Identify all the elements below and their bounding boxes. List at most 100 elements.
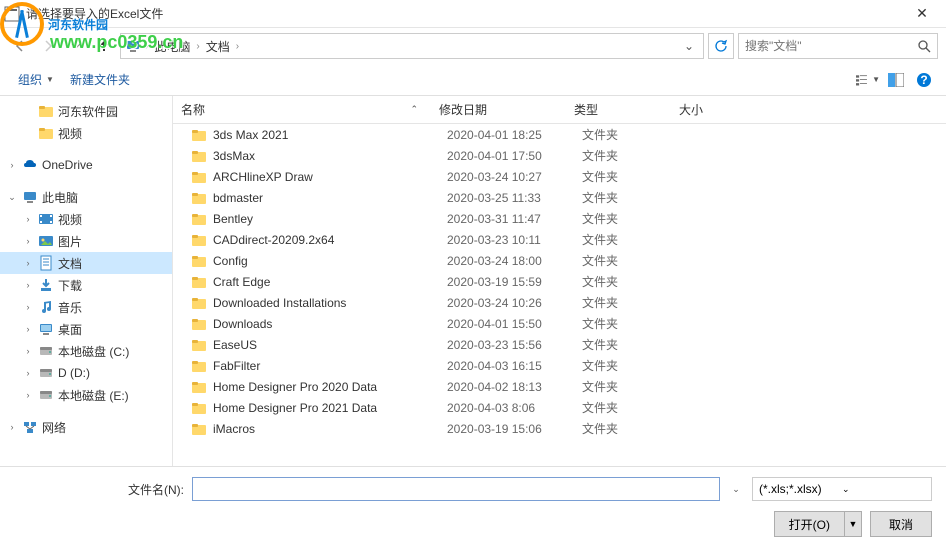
file-row[interactable]: bdmaster2020-03-25 11:33文件夹 [173, 187, 946, 208]
file-type: 文件夹 [582, 378, 687, 395]
file-row[interactable]: iMacros2020-03-19 15:06文件夹 [173, 418, 946, 439]
file-row[interactable]: 3dsMax2020-04-01 17:50文件夹 [173, 145, 946, 166]
tree-item[interactable]: 河东软件园 [0, 100, 172, 122]
tree-label: 本地磁盘 (C:) [58, 343, 129, 360]
tree-label: 桌面 [58, 321, 82, 338]
filename-label: 文件名(N): [14, 481, 184, 498]
header-type[interactable]: 类型 [566, 96, 671, 123]
expand-icon[interactable]: › [22, 214, 34, 224]
file-row[interactable]: Bentley2020-03-31 11:47文件夹 [173, 208, 946, 229]
tree-item[interactable]: ›OneDrive [0, 154, 172, 176]
search-input[interactable] [745, 39, 918, 53]
file-row[interactable]: EaseUS2020-03-23 15:56文件夹 [173, 334, 946, 355]
breadcrumb-docs[interactable]: 文档 [200, 38, 236, 55]
help-button[interactable]: ? [912, 68, 936, 92]
file-name: Config [213, 254, 447, 268]
breadcrumb[interactable]: › 此电脑 › 文档 › ⌄ [120, 33, 704, 59]
folder-icon [191, 274, 207, 290]
tree-item[interactable]: ›文档 [0, 252, 172, 274]
expand-icon[interactable]: › [22, 302, 34, 312]
file-date: 2020-03-25 11:33 [447, 191, 582, 205]
folder-icon [191, 253, 207, 269]
file-date: 2020-04-03 16:15 [447, 359, 582, 373]
tree-item[interactable]: ›下载 [0, 274, 172, 296]
file-name: bdmaster [213, 191, 447, 205]
folder-icon [191, 316, 207, 332]
organize-button[interactable]: 组织▼ [10, 67, 62, 92]
file-type: 文件夹 [582, 420, 687, 437]
content-area: 河东软件园视频›OneDrive⌄此电脑›视频›图片›文档›下载›音乐›桌面›本… [0, 96, 946, 466]
expand-icon[interactable]: › [6, 160, 18, 170]
file-row[interactable]: Config2020-03-24 18:00文件夹 [173, 250, 946, 271]
file-row[interactable]: ARCHlineXP Draw2020-03-24 10:27文件夹 [173, 166, 946, 187]
file-type: 文件夹 [582, 210, 687, 227]
new-folder-button[interactable]: 新建文件夹 [62, 67, 138, 92]
file-name: Craft Edge [213, 275, 447, 289]
refresh-button[interactable] [708, 33, 734, 59]
expand-icon[interactable]: › [22, 390, 34, 400]
header-date[interactable]: 修改日期 [431, 96, 566, 123]
file-row[interactable]: Home Designer Pro 2021 Data2020-04-03 8:… [173, 397, 946, 418]
file-row[interactable]: Home Designer Pro 2020 Data2020-04-02 18… [173, 376, 946, 397]
file-type: 文件夹 [582, 189, 687, 206]
tree-item[interactable]: ›图片 [0, 230, 172, 252]
file-row[interactable]: CADdirect-20209.2x642020-03-23 10:11文件夹 [173, 229, 946, 250]
folder-icon [191, 232, 207, 248]
tree-item[interactable]: › 视频 [0, 208, 172, 230]
cancel-button[interactable]: 取消 [870, 511, 932, 537]
chevron-right-icon[interactable]: › [236, 41, 239, 52]
tree-item[interactable]: › 本地磁盘 (E:) [0, 384, 172, 406]
file-list[interactable]: 3ds Max 20212020-04-01 18:25文件夹3dsMax202… [173, 124, 946, 466]
preview-button[interactable] [884, 68, 908, 92]
file-date: 2020-03-24 10:26 [447, 296, 582, 310]
expand-icon[interactable]: › [22, 280, 34, 290]
filename-input[interactable] [192, 477, 720, 501]
expand-icon[interactable]: › [22, 368, 34, 378]
filename-dropdown[interactable]: ⌄ [728, 484, 744, 495]
tree-label: 此电脑 [42, 189, 78, 206]
expand-icon[interactable]: › [22, 324, 34, 334]
breadcrumb-dropdown[interactable]: ⌄ [679, 39, 699, 53]
search-box[interactable] [738, 33, 938, 59]
chevron-down-icon: ⌄ [842, 484, 925, 495]
file-type: 文件夹 [582, 273, 687, 290]
open-dropdown[interactable]: ▼ [845, 519, 861, 529]
file-type: 文件夹 [582, 357, 687, 374]
file-name: iMacros [213, 422, 447, 436]
tree-item[interactable]: › 桌面 [0, 318, 172, 340]
expand-icon[interactable]: › [22, 346, 34, 356]
close-button[interactable]: ✕ [902, 0, 942, 28]
tree-item[interactable]: › 本地磁盘 (C:) [0, 340, 172, 362]
disk-icon [38, 343, 54, 359]
file-name: CADdirect-20209.2x64 [213, 233, 447, 247]
expand-icon[interactable]: › [6, 422, 18, 432]
tree-item[interactable]: ›音乐 [0, 296, 172, 318]
tree-item[interactable]: ›网络 [0, 416, 172, 438]
file-row[interactable]: 3ds Max 20212020-04-01 18:25文件夹 [173, 124, 946, 145]
expand-icon[interactable]: › [22, 236, 34, 246]
file-row[interactable]: Craft Edge2020-03-19 15:59文件夹 [173, 271, 946, 292]
view-button[interactable]: ▼ [856, 68, 880, 92]
expand-icon[interactable]: › [22, 258, 34, 268]
file-name: 3ds Max 2021 [213, 128, 447, 142]
tree-label: 视频 [58, 211, 82, 228]
tree-label: 本地磁盘 (E:) [58, 387, 129, 404]
search-icon[interactable] [918, 40, 931, 53]
tree-item[interactable]: ⌄ 此电脑 [0, 186, 172, 208]
folder-icon [191, 337, 207, 353]
file-type: 文件夹 [582, 147, 687, 164]
file-row[interactable]: Downloaded Installations2020-03-24 10:26… [173, 292, 946, 313]
video-icon [38, 211, 54, 227]
back-button[interactable] [8, 34, 32, 58]
tree-item[interactable]: 视频 [0, 122, 172, 144]
header-name[interactable]: 名称⌃ [173, 96, 431, 123]
file-name: Downloads [213, 317, 447, 331]
filetype-filter[interactable]: (*.xls;*.xlsx) ⌄ [752, 477, 932, 501]
tree-item[interactable]: ›D (D:) [0, 362, 172, 384]
pc-icon [22, 189, 38, 205]
expand-icon[interactable]: ⌄ [6, 192, 18, 203]
open-button[interactable]: 打开(O) ▼ [774, 511, 862, 537]
header-size[interactable]: 大小 [671, 96, 751, 123]
file-row[interactable]: FabFilter2020-04-03 16:15文件夹 [173, 355, 946, 376]
file-row[interactable]: Downloads2020-04-01 15:50文件夹 [173, 313, 946, 334]
